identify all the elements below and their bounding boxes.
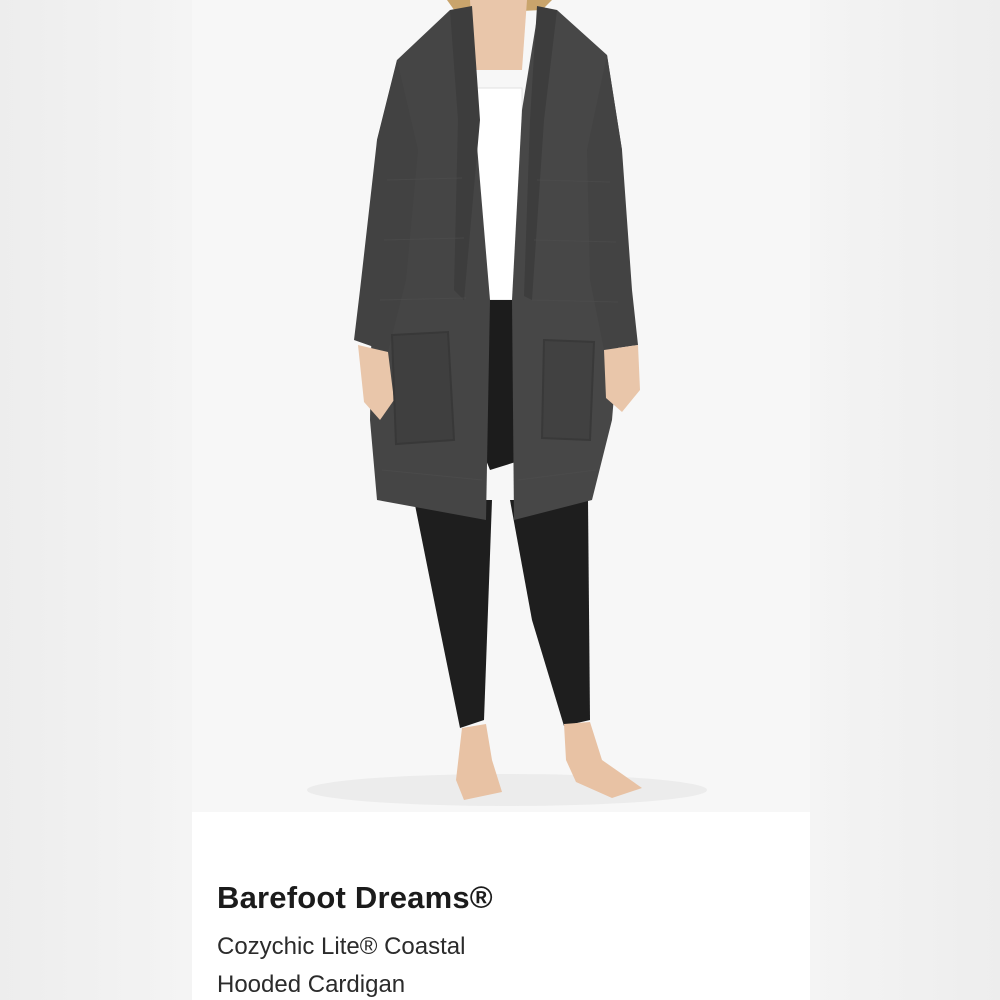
left-pocket xyxy=(390,330,456,446)
product-name-line-1: Cozychic Lite® Coastal xyxy=(217,933,466,960)
product-info: Barefoot Dreams® Cozychic Lite® Coastal … xyxy=(192,812,810,1000)
right-pocket xyxy=(540,338,596,442)
product-card[interactable]: Barefoot Dreams® Cozychic Lite® Coastal … xyxy=(192,0,810,1000)
brand-name[interactable]: Barefoot Dreams® xyxy=(217,878,493,918)
model-illustration xyxy=(192,0,810,812)
product-name[interactable]: Cozychic Lite® Coastal Hooded Cardigan xyxy=(217,928,777,1000)
listing-page: Barefoot Dreams® Cozychic Lite® Coastal … xyxy=(0,0,1000,1000)
neck xyxy=(470,0,527,70)
product-photo[interactable] xyxy=(192,0,810,812)
floor-shadow xyxy=(307,774,707,806)
product-name-line-2: Hooded Cardigan xyxy=(217,971,406,998)
